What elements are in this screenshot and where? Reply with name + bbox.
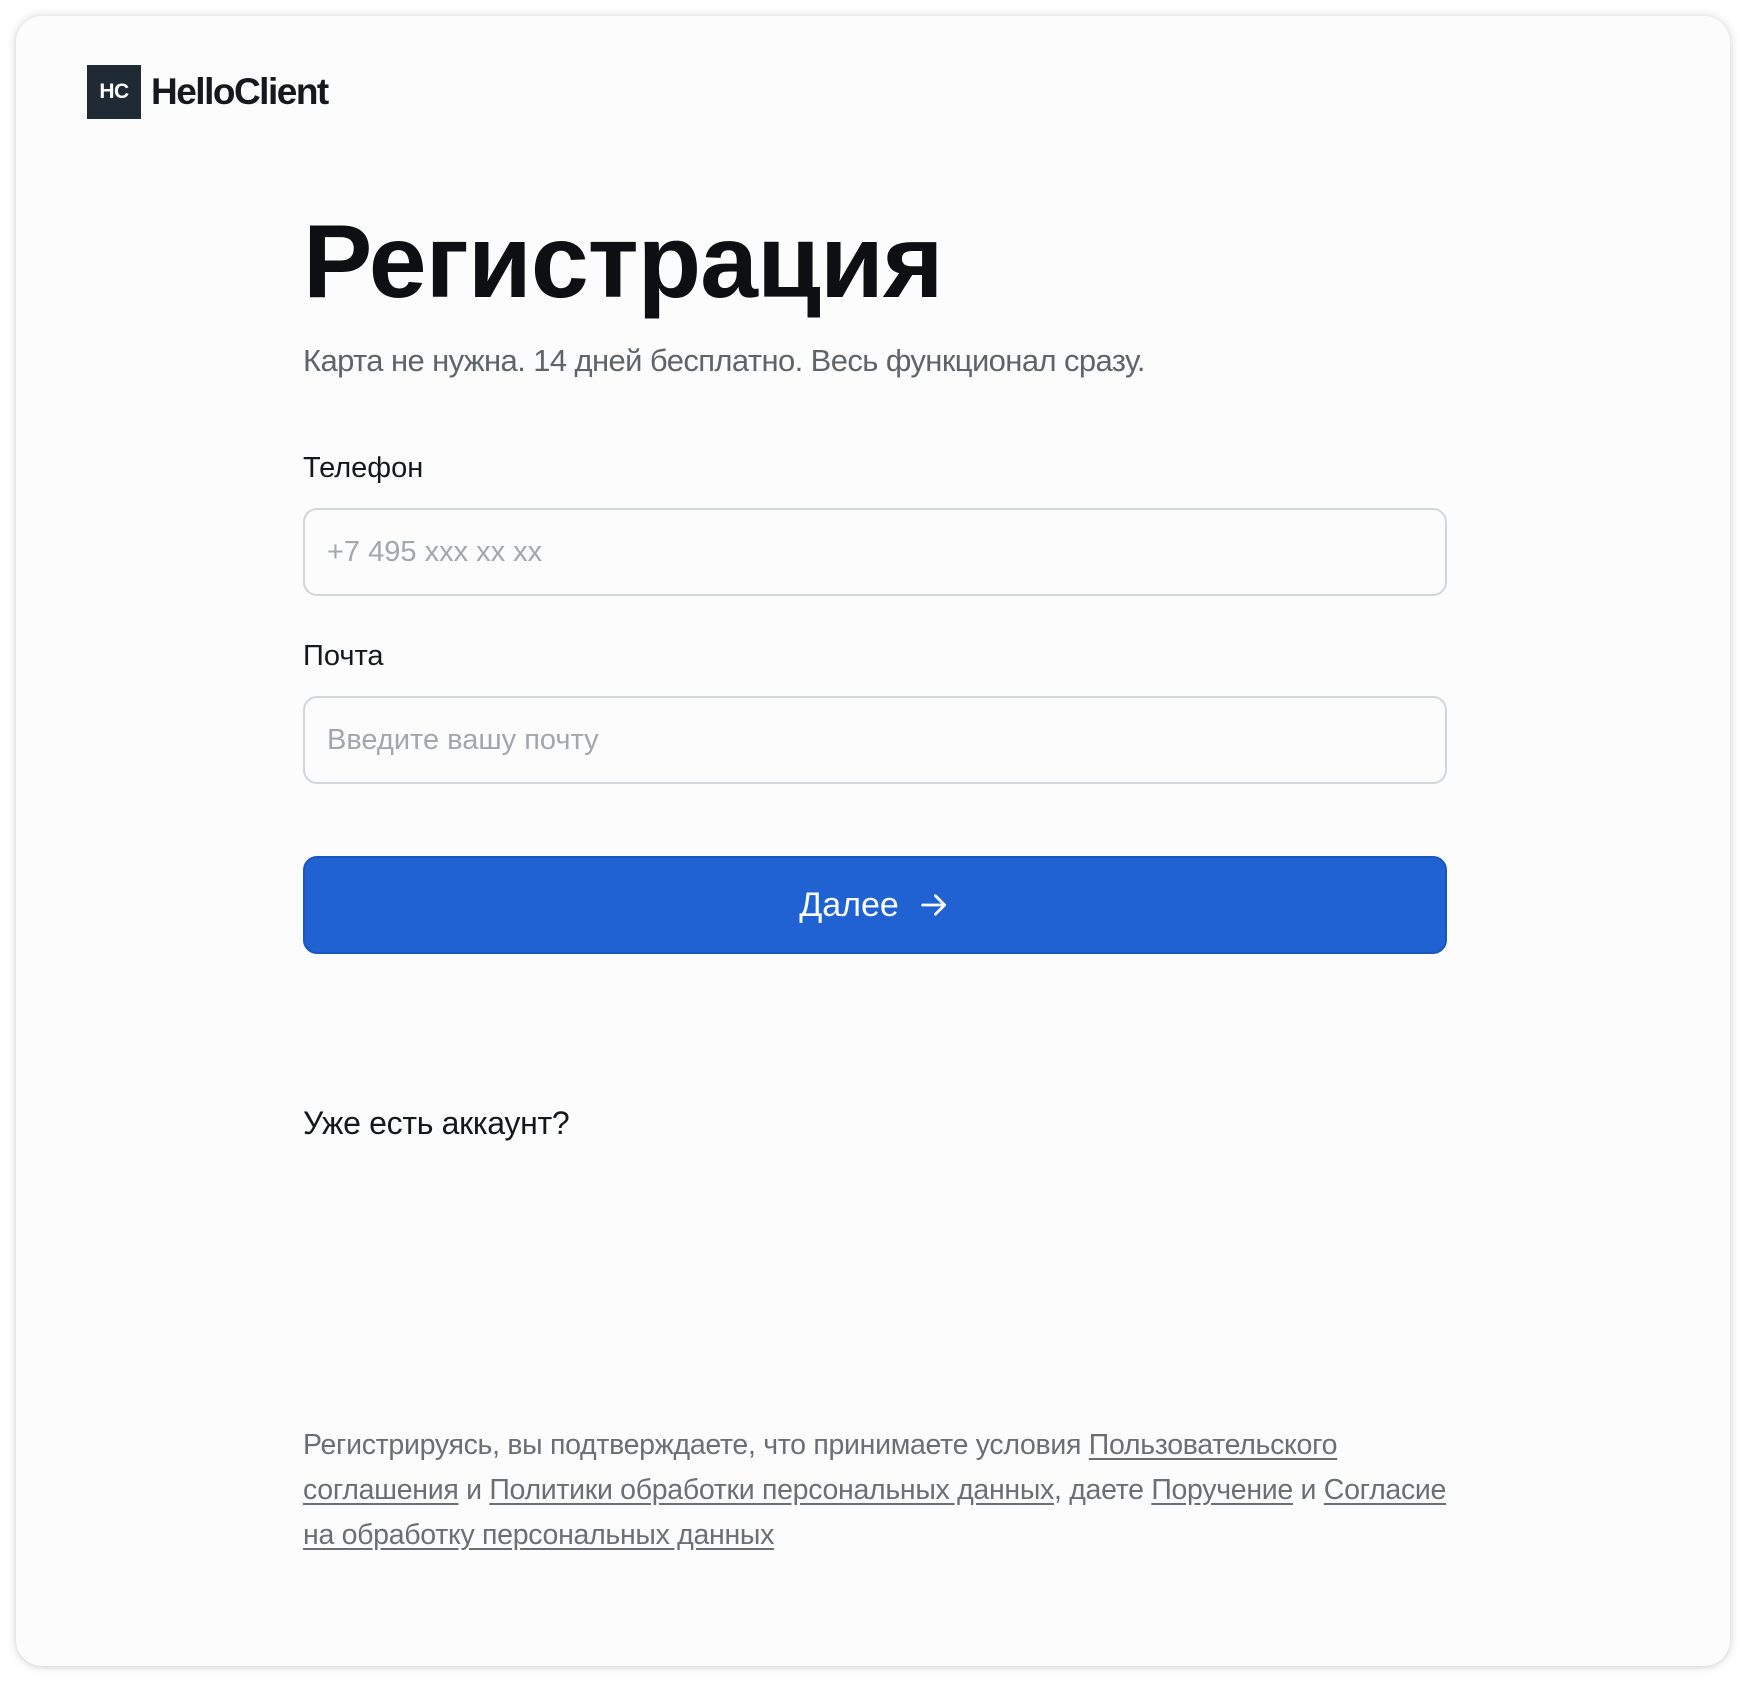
next-button[interactable]: Далее bbox=[303, 856, 1447, 954]
email-input[interactable] bbox=[303, 696, 1447, 784]
legal-notice: Регистрируясь, вы подтверждаете, что при… bbox=[303, 1423, 1447, 1558]
legal-intro: Регистрируясь, вы подтверждаете, что при… bbox=[303, 1429, 1089, 1461]
page-title: Регистрация bbox=[303, 204, 944, 320]
assignment-link[interactable]: Поручение bbox=[1151, 1474, 1293, 1506]
legal-and-1: и bbox=[458, 1474, 490, 1506]
phone-input[interactable] bbox=[303, 508, 1447, 596]
email-label: Почта bbox=[303, 640, 384, 672]
registration-card: HC HelloClient Регистрация Карта не нужн… bbox=[16, 16, 1730, 1666]
brand-name: HelloClient bbox=[151, 71, 329, 112]
legal-and-2: и bbox=[1292, 1474, 1324, 1506]
login-link[interactable]: Уже есть аккаунт? bbox=[303, 1103, 570, 1143]
logo-mark: HC bbox=[87, 65, 141, 119]
page-subtitle: Карта не нужна. 14 дней бесплатно. Весь … bbox=[303, 343, 1145, 378]
privacy-policy-link[interactable]: Политики обработки персональных данных bbox=[489, 1474, 1054, 1506]
phone-label: Телефон bbox=[303, 452, 424, 484]
brand-logo[interactable]: HC HelloClient bbox=[87, 65, 329, 119]
next-button-label: Далее bbox=[799, 885, 899, 924]
arrow-right-icon bbox=[917, 888, 951, 922]
legal-comma-give: , даете bbox=[1053, 1474, 1152, 1506]
